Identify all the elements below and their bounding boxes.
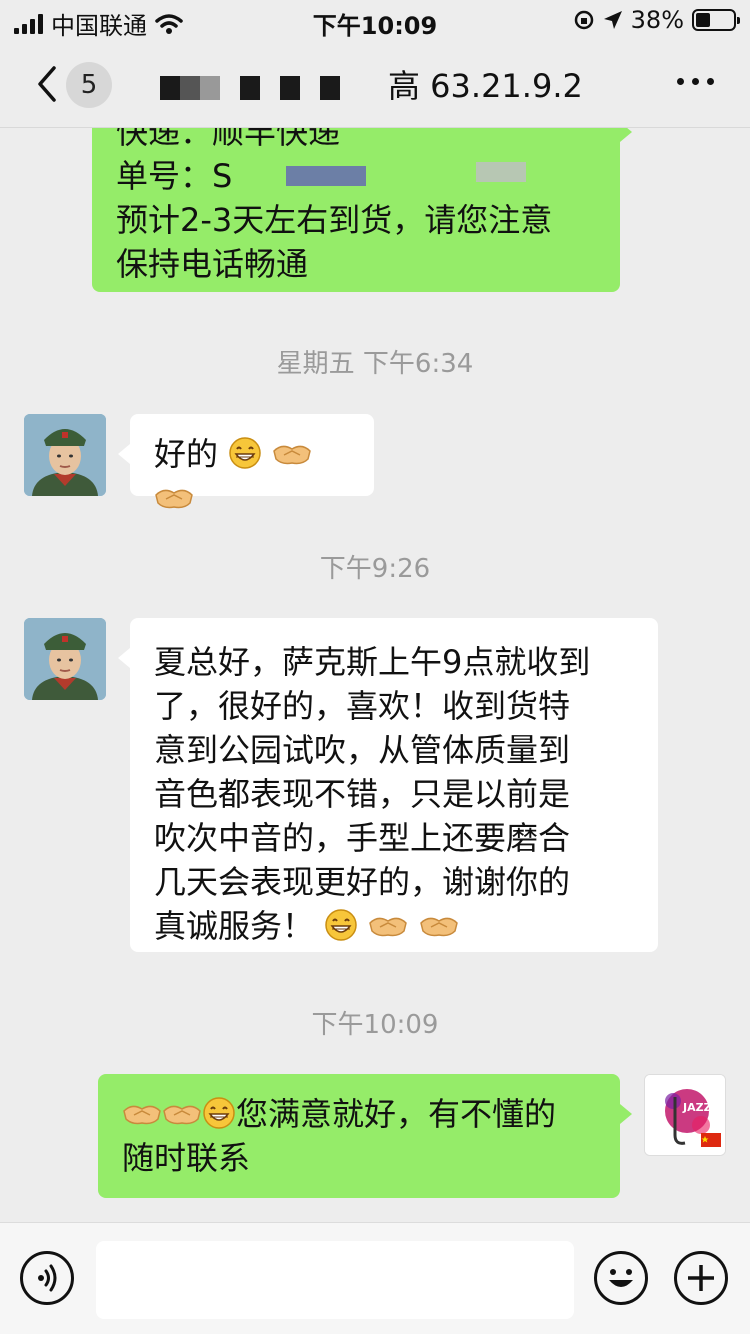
- status-right: 38%: [573, 6, 740, 34]
- message-line: 预计2-3天左右到货，请您注意: [116, 201, 553, 239]
- chat-area[interactable]: 快递：顺丰快递 单号：S 预计2-3天左右到货，请您注意 保持电话畅通 星期五 …: [0, 40, 750, 1220]
- location-icon: [603, 11, 622, 29]
- message-text: 真诚服务！: [154, 907, 315, 945]
- battery-percent: 38%: [630, 6, 684, 34]
- unread-count-badge[interactable]: 5: [66, 62, 112, 108]
- redaction-mask: [280, 76, 300, 100]
- timestamp: 下午9:26: [319, 554, 431, 584]
- redaction-mask: [286, 166, 366, 186]
- redaction-mask: [200, 76, 220, 100]
- more-icon[interactable]: [677, 78, 714, 85]
- add-button[interactable]: [674, 1251, 728, 1305]
- message-line: 单号：S: [116, 154, 596, 198]
- voice-button[interactable]: [20, 1251, 74, 1305]
- handshake-emoji-icon: [163, 1105, 201, 1125]
- rotation-lock-icon: [574, 10, 593, 30]
- emoji-button[interactable]: [594, 1251, 648, 1305]
- message-bubble-sent[interactable]: 您满意就好，有不懂的 随时联系: [98, 1074, 632, 1198]
- message-line: 音色都表现不错，只是以前是: [154, 775, 571, 813]
- message-line: 意到公园试吹，从管体质量到: [154, 731, 571, 769]
- jazz-logo-icon: [645, 1075, 725, 1155]
- timestamp: 下午10:09: [311, 1010, 439, 1040]
- tracking-number-label: 单号：S: [116, 157, 233, 195]
- redaction-mask: [180, 76, 200, 100]
- voice-icon: [38, 1264, 57, 1292]
- message-bubble-received[interactable]: 夏总好，萨克斯上午9点就收到 了，很好的，喜欢！收到货特 意到公园试吹，从管体质…: [118, 618, 658, 952]
- message-text: 好的: [154, 435, 219, 473]
- status-bar: 中国联通 下午10:09 38%: [0, 0, 750, 40]
- handshake-emoji-icon: [419, 917, 458, 937]
- message-text: 您满意就好，有不懂的: [236, 1095, 557, 1133]
- contact-avatar[interactable]: [24, 414, 106, 496]
- message-line: 了，很好的，喜欢！收到货特: [154, 687, 571, 725]
- redaction-mask: [320, 76, 340, 100]
- emoji-icon: [609, 1269, 633, 1287]
- grin-emoji-icon: [229, 437, 261, 469]
- timestamp: 星期五 下午6:34: [276, 349, 474, 379]
- redaction-mask: [240, 76, 260, 100]
- message-line: 吹次中音的，手型上还要磨合: [154, 819, 571, 857]
- my-avatar[interactable]: JAZZ: [644, 1074, 726, 1156]
- handshake-emoji-icon: [369, 917, 408, 937]
- message-line: 保持电话畅通: [116, 245, 309, 283]
- battery-icon: [692, 9, 740, 31]
- grin-emoji-icon: [203, 1097, 235, 1129]
- battery-fill: [696, 13, 710, 27]
- soldier-portrait-icon: [24, 414, 106, 496]
- message-line: 夏总好，萨克斯上午9点就收到: [154, 643, 591, 681]
- message-line: 您满意就好，有不懂的: [122, 1092, 596, 1136]
- chat-header: 5 高 63.21.9.2: [0, 40, 750, 128]
- contact-avatar[interactable]: [24, 618, 106, 700]
- message-line: 真诚服务！: [154, 904, 634, 948]
- message-line: 随时联系: [122, 1139, 251, 1177]
- handshake-emoji-icon: [123, 1105, 161, 1125]
- soldier-portrait-icon: [24, 618, 106, 700]
- message-input[interactable]: [96, 1241, 574, 1319]
- redaction-mask: [476, 162, 526, 182]
- chat-title: 高 63.21.9.2: [150, 64, 610, 108]
- back-arrow-icon[interactable]: [30, 62, 66, 106]
- message-line: 几天会表现更好的，谢谢你的: [154, 863, 571, 901]
- input-bar: [0, 1222, 750, 1334]
- message-bubble-received[interactable]: 好的: [118, 414, 374, 509]
- chat-title-text: 高 63.21.9.2: [388, 67, 583, 105]
- handshake-emoji-icon: [273, 445, 312, 465]
- handshake-emoji-icon: [155, 489, 193, 509]
- redaction-mask: [160, 76, 180, 100]
- add-icon: [688, 1265, 714, 1291]
- avatar-label: JAZZ: [683, 1101, 712, 1114]
- grin-emoji-icon: [325, 909, 357, 941]
